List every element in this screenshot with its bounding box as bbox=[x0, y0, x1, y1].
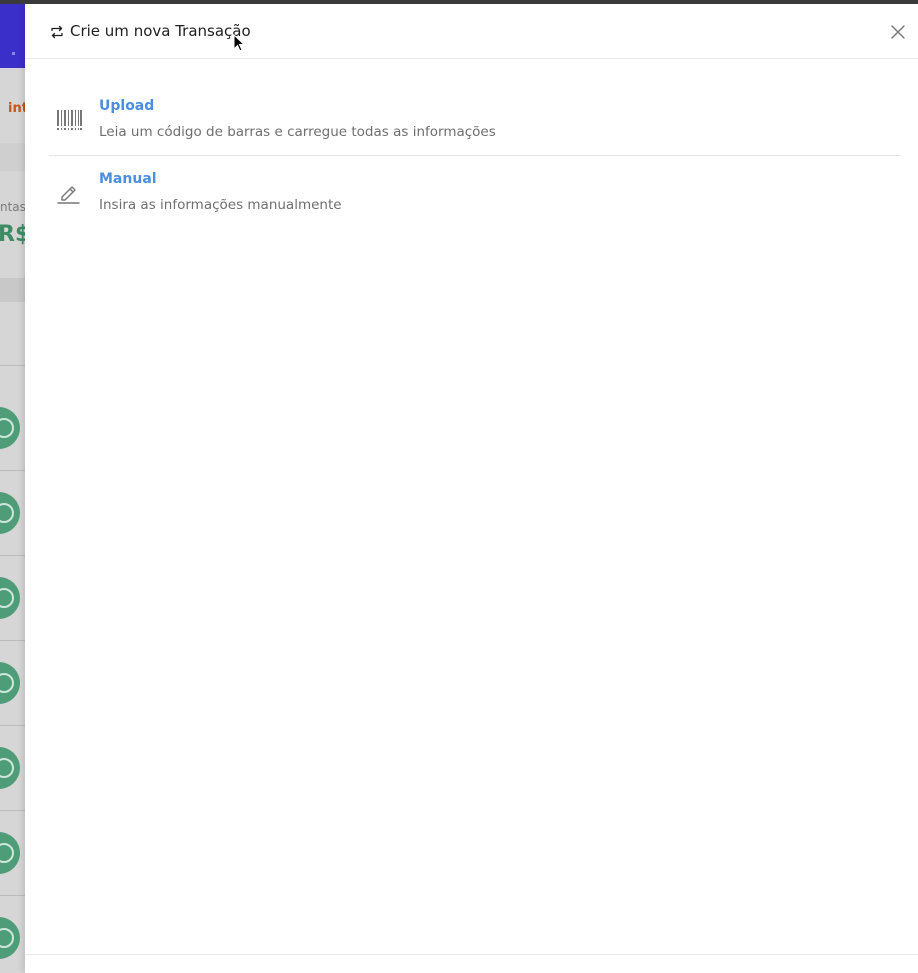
coin-icon bbox=[0, 832, 20, 874]
row-divider bbox=[0, 555, 25, 556]
background-header bbox=[0, 4, 25, 68]
row-divider bbox=[0, 640, 25, 641]
swap-icon bbox=[50, 24, 64, 39]
row-divider bbox=[0, 365, 25, 366]
new-transaction-drawer: Crie um nova Transação Upload Leia um có… bbox=[25, 4, 918, 973]
background-logo: inte bbox=[8, 101, 25, 116]
row-divider bbox=[0, 470, 25, 471]
mouse-cursor-icon bbox=[233, 34, 245, 52]
background-page: inte ntas R$4 bbox=[0, 0, 25, 973]
coin-icon bbox=[0, 917, 20, 959]
close-icon bbox=[891, 25, 905, 39]
background-strip bbox=[0, 278, 25, 302]
barcode-icon bbox=[57, 108, 82, 132]
top-bar bbox=[0, 0, 918, 4]
close-button[interactable] bbox=[890, 24, 906, 40]
manual-option[interactable]: Manual Insira as informações manualmente bbox=[49, 167, 901, 229]
header-dot bbox=[12, 52, 15, 55]
drawer-title-wrap: Crie um nova Transação bbox=[50, 22, 251, 40]
coin-icon bbox=[0, 662, 20, 704]
row-divider bbox=[0, 725, 25, 726]
row-divider bbox=[0, 895, 25, 896]
upload-option[interactable]: Upload Leia um código de barras e carreg… bbox=[49, 94, 901, 156]
manual-option-title: Manual bbox=[99, 171, 157, 187]
upload-option-title: Upload bbox=[99, 98, 155, 114]
pencil-icon bbox=[57, 181, 81, 205]
drawer-header: Crie um nova Transação bbox=[25, 4, 918, 59]
background-band bbox=[0, 143, 25, 171]
coin-icon bbox=[0, 492, 20, 534]
background-value: R$4 bbox=[0, 222, 25, 247]
background-label: ntas bbox=[0, 200, 25, 214]
row-divider bbox=[0, 810, 25, 811]
coin-icon bbox=[0, 577, 20, 619]
drawer-title: Crie um nova Transação bbox=[70, 22, 251, 40]
upload-option-description: Leia um código de barras e carregue toda… bbox=[99, 124, 496, 140]
coin-icon bbox=[0, 407, 20, 449]
coin-icon bbox=[0, 747, 20, 789]
manual-option-description: Insira as informações manualmente bbox=[99, 197, 342, 213]
drawer-footer-divider bbox=[25, 954, 918, 955]
